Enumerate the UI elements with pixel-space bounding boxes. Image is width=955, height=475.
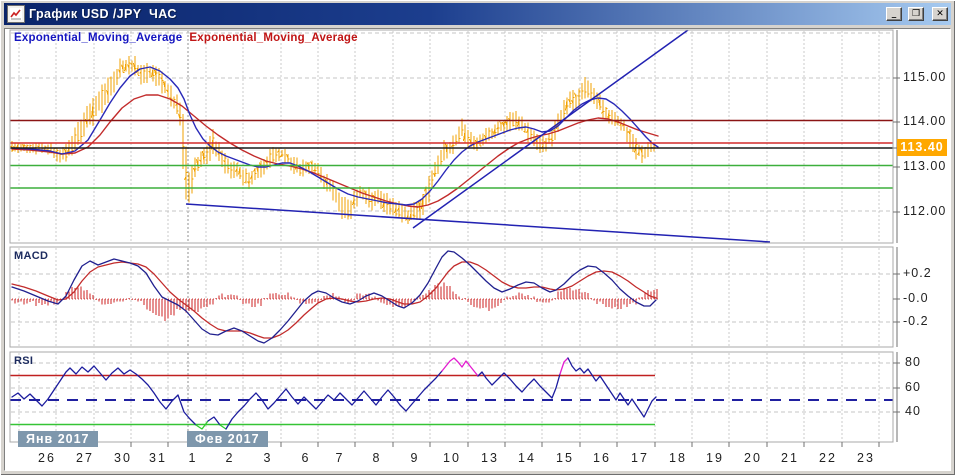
window-titlebar[interactable]: График USD /JPY ЧАС _ ❒ ✕ xyxy=(4,3,951,25)
x-axis-label: 30 xyxy=(106,451,140,465)
rsi-panel-label: RSI xyxy=(14,355,33,367)
x-axis-label: 20 xyxy=(736,451,770,465)
x-axis-label: 3 xyxy=(251,451,285,465)
ema-fast-legend-label: Exponential_Moving_Average xyxy=(14,32,182,44)
x-axis-label: 21 xyxy=(773,451,807,465)
x-axis-label: 13 xyxy=(473,451,507,465)
price-axis-label: 113.00 xyxy=(903,159,946,173)
x-axis-label: 27 xyxy=(68,451,102,465)
price-axis-label: 114.00 xyxy=(903,114,946,128)
x-axis-label: 31 xyxy=(141,451,175,465)
macd-axis-label: -0.2 xyxy=(903,314,929,328)
x-axis-label: 18 xyxy=(661,451,695,465)
x-axis-label: 14 xyxy=(510,451,544,465)
x-axis-label: 17 xyxy=(623,451,657,465)
macd-panel-label: MACD xyxy=(14,250,48,262)
month-badge: Янв 2017 xyxy=(18,431,98,447)
x-axis-label: 6 xyxy=(289,451,323,465)
x-axis-label: 26 xyxy=(30,451,64,465)
x-axis-label: 9 xyxy=(398,451,432,465)
x-axis-label: 1 xyxy=(176,451,210,465)
x-axis-label: 19 xyxy=(698,451,732,465)
rsi-axis-label: 40 xyxy=(905,404,921,418)
close-button[interactable]: ✕ xyxy=(932,7,948,21)
chart-window: График USD /JPY ЧАС _ ❒ ✕ Exponential_Mo… xyxy=(0,0,955,475)
chart-plot[interactable] xyxy=(5,29,950,470)
x-axis-label: 23 xyxy=(849,451,883,465)
minimize-button[interactable]: _ xyxy=(886,7,902,21)
x-axis-label: 10 xyxy=(435,451,469,465)
x-axis-label: 8 xyxy=(360,451,394,465)
macd-axis-label: +0.2 xyxy=(903,266,932,280)
x-axis-label: 7 xyxy=(323,451,357,465)
chart-window-icon xyxy=(7,5,25,23)
macd-axis-label: -0.0 xyxy=(903,291,929,305)
rsi-axis-label: 60 xyxy=(905,380,921,394)
price-axis-label: 112.00 xyxy=(903,204,946,218)
chart-client-area[interactable]: Exponential_Moving_Average Exponential_Mo… xyxy=(4,28,951,471)
rsi-axis-label: 80 xyxy=(905,355,921,369)
month-badge: Фев 2017 xyxy=(187,431,268,447)
x-axis-label: 16 xyxy=(585,451,619,465)
price-axis-label: 115.00 xyxy=(903,70,946,84)
x-axis-label: 15 xyxy=(548,451,582,465)
x-axis-label: 22 xyxy=(811,451,845,465)
x-axis-label: 2 xyxy=(213,451,247,465)
window-title: График USD /JPY ЧАС xyxy=(29,7,880,21)
maximize-button[interactable]: ❒ xyxy=(908,7,924,21)
ema-slow-legend-label: Exponential_Moving_Average xyxy=(189,32,357,44)
indicator-legend: Exponential_Moving_Average Exponential_Mo… xyxy=(14,32,365,44)
current-price-badge: 113.40 xyxy=(897,139,947,156)
